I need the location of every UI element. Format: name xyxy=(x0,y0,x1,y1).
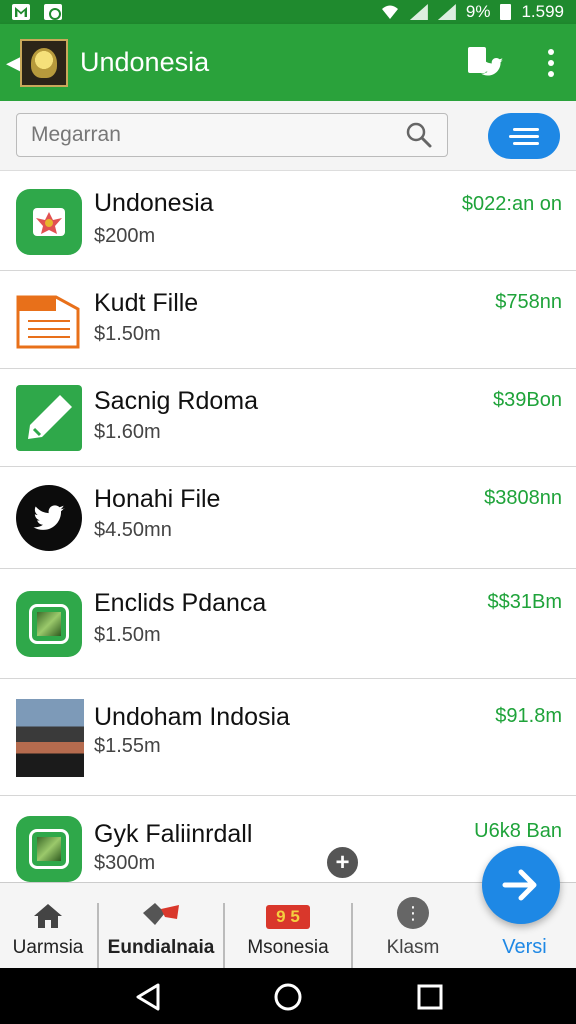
list-item[interactable]: Honahi File $4.50mn $3808nn xyxy=(0,467,576,569)
list-item[interactable]: Enclids Pdanca $1.50m $$31Bm xyxy=(0,569,576,679)
item-price: $3808nn xyxy=(484,487,562,509)
mail-notification-icon xyxy=(12,4,30,20)
framed-picture-icon xyxy=(16,591,82,657)
filter-lines-icon xyxy=(509,127,539,145)
tab-label: Eundialnaia xyxy=(107,937,215,958)
search-row xyxy=(0,101,576,171)
item-name: Enclids Pdanca xyxy=(94,589,267,617)
list-item[interactable]: Undonesia $200m $022:an on xyxy=(0,171,576,271)
wifi-icon xyxy=(381,5,398,19)
framed-picture-icon xyxy=(16,816,82,882)
camera-notification-icon xyxy=(44,4,62,20)
tab-klasm[interactable]: ⋮ Klasm xyxy=(353,883,473,969)
item-name: Sacnig Rdoma xyxy=(94,387,258,415)
search-icon[interactable] xyxy=(405,121,433,149)
recents-square-icon[interactable] xyxy=(416,982,444,1012)
arrow-right-icon xyxy=(502,869,537,901)
tab-label: Msonesia xyxy=(247,937,329,958)
badge-icon: 9 5 xyxy=(266,905,310,929)
item-sub: $4.50mn xyxy=(94,519,172,541)
tab-msonesia[interactable]: 9 5 Msonesia xyxy=(225,883,351,969)
twitter-bird-icon xyxy=(16,485,82,551)
tab-eundialnaia[interactable]: Eundialnaia xyxy=(99,883,223,969)
item-price: U6k8 Ban xyxy=(474,820,562,842)
item-name: Undoham Indosia xyxy=(94,703,290,731)
signal-icon-2 xyxy=(437,4,456,20)
tab-label: Uarmsia xyxy=(12,937,84,958)
photo-thumbnail-icon xyxy=(16,699,84,777)
tag-icon xyxy=(143,903,179,925)
item-price: $91.8m xyxy=(495,705,562,727)
search-box[interactable] xyxy=(16,113,448,157)
tab-home[interactable]: Uarmsia xyxy=(0,883,96,969)
item-name: Undonesia xyxy=(94,189,214,217)
add-button[interactable]: + xyxy=(325,845,360,880)
list-item[interactable]: Undoham Indosia $1.55m $91.8m xyxy=(0,679,576,796)
item-name: Gyk Faliinrdall xyxy=(94,820,253,848)
item-sub: $1.60m xyxy=(94,421,161,443)
item-sub: $1.55m xyxy=(94,735,161,757)
emblem-icon xyxy=(16,189,82,255)
signal-icon xyxy=(409,4,428,20)
search-input[interactable] xyxy=(31,123,405,147)
plus-icon: + xyxy=(335,848,350,876)
tab-label: Klasm xyxy=(386,937,440,958)
system-nav-bar xyxy=(0,968,576,1024)
tab-label: Versi xyxy=(502,936,547,958)
clock: 1.599 xyxy=(521,2,564,21)
bird-page-icon[interactable] xyxy=(468,46,504,79)
back-arrow-icon[interactable]: ◀ xyxy=(6,50,23,76)
home-circle-icon[interactable] xyxy=(273,982,303,1012)
item-price: $39Bon xyxy=(493,389,562,411)
battery-icon xyxy=(500,4,512,20)
item-price: $758nn xyxy=(495,291,562,313)
item-name: Honahi File xyxy=(94,485,221,513)
back-triangle-icon[interactable] xyxy=(134,982,162,1012)
filter-button[interactable] xyxy=(488,113,560,159)
app-title: Undonesia xyxy=(80,47,210,77)
document-icon xyxy=(16,289,82,355)
more-vert-icon[interactable] xyxy=(548,48,554,77)
battery-percent: 9% xyxy=(465,2,491,21)
info-circle-icon: ⋮ xyxy=(397,897,429,929)
status-bar: 9% 1.599 xyxy=(0,0,576,24)
list-item[interactable]: Kudt Fille $1.50m $758nn xyxy=(0,271,576,369)
item-name: Kudt Fille xyxy=(94,289,199,317)
pencil-icon xyxy=(16,385,82,451)
next-fab-button[interactable] xyxy=(482,846,560,924)
app-bar: ◀ Undonesia xyxy=(0,24,576,101)
item-sub: $1.50m xyxy=(94,624,161,646)
item-price: $$31Bm xyxy=(487,591,563,613)
app-logo-icon xyxy=(20,38,68,87)
item-sub: $200m xyxy=(94,225,156,247)
item-price: $022:an on xyxy=(461,193,562,215)
item-sub: $300m xyxy=(94,852,156,874)
home-icon xyxy=(34,904,62,928)
list-item[interactable]: Sacnig Rdoma $1.60m $39Bon xyxy=(0,369,576,467)
item-sub: $1.50m xyxy=(94,323,161,345)
